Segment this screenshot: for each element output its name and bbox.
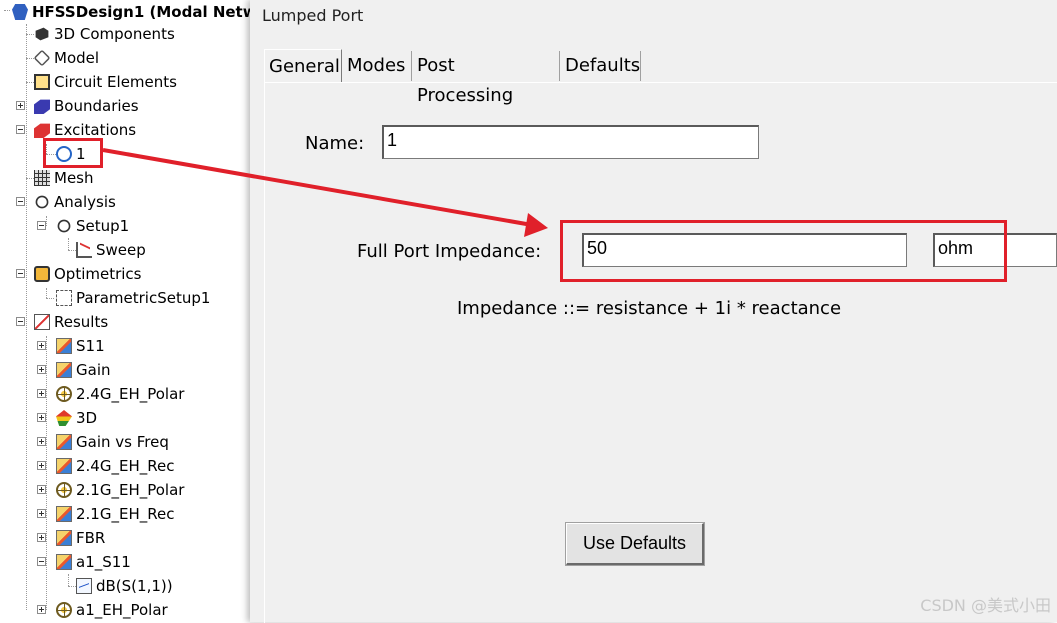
watermark: CSDN @美式小田: [920, 596, 1051, 615]
arrow-head: [524, 213, 548, 237]
annotation-arrow: [102, 148, 548, 237]
arrow-shaft: [102, 148, 533, 227]
